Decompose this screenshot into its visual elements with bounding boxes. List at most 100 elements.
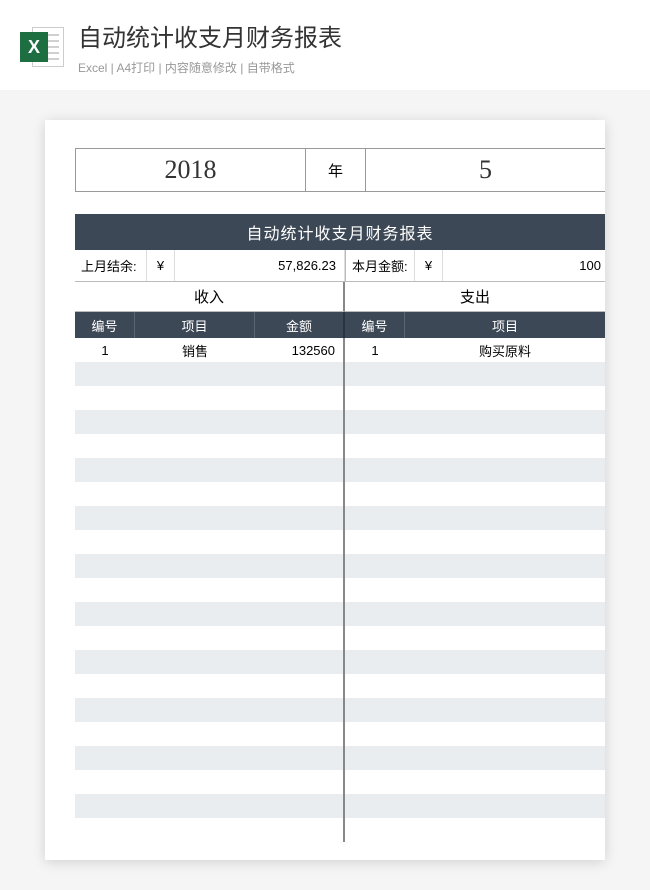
expense-item-cell xyxy=(405,650,605,674)
document-preview: 2018 年 5 自动统计收支月财务报表 上月结余: ¥ 57,826.23 本… xyxy=(45,120,605,860)
col-header-item: 项目 xyxy=(405,312,605,338)
income-item-cell xyxy=(135,626,255,650)
expense-num-cell xyxy=(345,722,405,746)
income-amount-cell xyxy=(255,626,345,650)
income-amount-cell xyxy=(255,698,345,722)
table-row xyxy=(75,578,605,602)
month-value: 5 xyxy=(366,149,605,191)
expense-item-cell xyxy=(405,770,605,794)
income-num-cell xyxy=(75,554,135,578)
income-item-cell: 销售 xyxy=(135,338,255,362)
income-item-cell xyxy=(135,794,255,818)
income-amount-cell xyxy=(255,458,345,482)
income-num-cell xyxy=(75,650,135,674)
table-row xyxy=(75,458,605,482)
table-row xyxy=(75,746,605,770)
income-num-cell xyxy=(75,818,135,842)
income-num-cell xyxy=(75,506,135,530)
expense-item-cell xyxy=(405,482,605,506)
expense-num-cell xyxy=(345,458,405,482)
income-amount-cell xyxy=(255,770,345,794)
prev-balance-label: 上月结余: xyxy=(75,250,147,281)
expense-num-cell xyxy=(345,386,405,410)
income-num-cell xyxy=(75,434,135,458)
income-item-cell xyxy=(135,506,255,530)
income-num-cell xyxy=(75,482,135,506)
income-amount-cell xyxy=(255,362,345,386)
expense-num-cell xyxy=(345,434,405,458)
expense-num-cell xyxy=(345,410,405,434)
table-row xyxy=(75,698,605,722)
table-row xyxy=(75,554,605,578)
income-amount-cell xyxy=(255,602,345,626)
section-header-row: 收入 支出 xyxy=(75,282,605,312)
expense-num-cell xyxy=(345,602,405,626)
income-num-cell xyxy=(75,362,135,386)
expense-num-cell: 1 xyxy=(345,338,405,362)
income-item-cell xyxy=(135,482,255,506)
income-amount-cell xyxy=(255,818,345,842)
income-item-cell xyxy=(135,410,255,434)
income-num-cell xyxy=(75,626,135,650)
excel-icon: X xyxy=(20,25,64,69)
income-item-cell xyxy=(135,434,255,458)
income-amount-cell xyxy=(255,386,345,410)
table-row: 1销售1325601购买原料 xyxy=(75,338,605,362)
expense-num-cell xyxy=(345,818,405,842)
table-row xyxy=(75,770,605,794)
expense-num-cell xyxy=(345,362,405,386)
income-num-cell xyxy=(75,410,135,434)
income-num-cell xyxy=(75,770,135,794)
expense-num-cell xyxy=(345,530,405,554)
expense-item-cell xyxy=(405,386,605,410)
expense-item-cell xyxy=(405,410,605,434)
income-amount-cell xyxy=(255,482,345,506)
table-row xyxy=(75,818,605,842)
income-amount-cell xyxy=(255,746,345,770)
table-row xyxy=(75,434,605,458)
expense-item-cell xyxy=(405,794,605,818)
this-month-label: 本月金额: xyxy=(345,250,415,281)
page-meta: Excel | A4打印 | 内容随意修改 | 自带格式 xyxy=(78,59,630,76)
table-row xyxy=(75,482,605,506)
income-num-cell xyxy=(75,458,135,482)
income-item-cell xyxy=(135,650,255,674)
currency-symbol: ¥ xyxy=(415,250,443,281)
income-num-cell xyxy=(75,746,135,770)
table-row xyxy=(75,410,605,434)
table-row xyxy=(75,530,605,554)
income-item-cell xyxy=(135,674,255,698)
this-month-value: 100 xyxy=(443,250,605,281)
income-item-cell xyxy=(135,362,255,386)
year-value: 2018 xyxy=(76,149,306,191)
income-amount-cell xyxy=(255,674,345,698)
table-row xyxy=(75,362,605,386)
expense-item-cell xyxy=(405,362,605,386)
col-header-num: 编号 xyxy=(75,312,135,338)
preview-container: 2018 年 5 自动统计收支月财务报表 上月结余: ¥ 57,826.23 本… xyxy=(0,90,650,890)
income-num-cell: 1 xyxy=(75,338,135,362)
expense-num-cell xyxy=(345,578,405,602)
income-item-cell xyxy=(135,746,255,770)
income-num-cell xyxy=(75,578,135,602)
expense-num-cell xyxy=(345,674,405,698)
year-label: 年 xyxy=(306,149,366,191)
sheet-title: 自动统计收支月财务报表 xyxy=(75,214,605,250)
data-area: 1销售1325601购买原料 xyxy=(75,338,605,842)
expense-item-cell xyxy=(405,818,605,842)
income-num-cell xyxy=(75,794,135,818)
table-row xyxy=(75,674,605,698)
income-item-cell xyxy=(135,818,255,842)
expense-item-cell xyxy=(405,578,605,602)
income-amount-cell xyxy=(255,434,345,458)
expense-item-cell xyxy=(405,530,605,554)
expense-num-cell xyxy=(345,698,405,722)
income-amount-cell xyxy=(255,506,345,530)
expense-item-cell: 购买原料 xyxy=(405,338,605,362)
date-row: 2018 年 5 xyxy=(75,148,605,192)
income-item-cell xyxy=(135,578,255,602)
table-row xyxy=(75,506,605,530)
income-amount-cell xyxy=(255,554,345,578)
table-row xyxy=(75,626,605,650)
income-num-cell xyxy=(75,674,135,698)
